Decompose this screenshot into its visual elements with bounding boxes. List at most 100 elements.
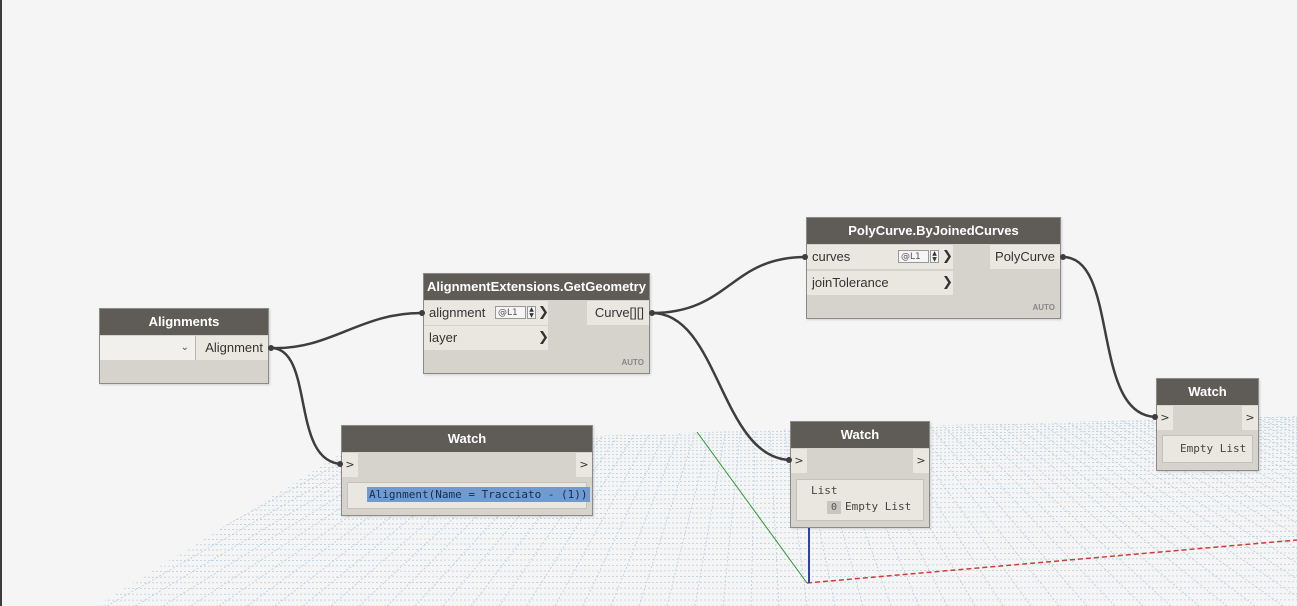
watch-value-panel[interactable]: Empty List bbox=[1162, 435, 1253, 463]
wire-alignments-to-getgeometry[interactable] bbox=[271, 311, 422, 350]
watch-value-text: Empty List bbox=[1180, 442, 1247, 455]
input-port-layer[interactable]: layer bbox=[424, 326, 548, 350]
input-connector-dot[interactable] bbox=[1152, 414, 1158, 420]
grid-line bbox=[96, 416, 1297, 425]
output-port-polycurve[interactable]: PolyCurve bbox=[990, 245, 1060, 269]
x-axis-line bbox=[806, 539, 1297, 584]
input-port-jointolerance[interactable]: joinTolerance bbox=[807, 271, 953, 295]
node-title: AlignmentExtensions.GetGeometry bbox=[424, 274, 649, 300]
node-title: Watch bbox=[342, 426, 592, 452]
watch-value-panel[interactable]: Alignment(Name = Tracciato - (1)) bbox=[347, 482, 590, 509]
watch-list-label: List bbox=[811, 484, 838, 497]
grid-line bbox=[96, 469, 1297, 478]
grid-line bbox=[96, 416, 367, 606]
input-port-label: alignment bbox=[429, 305, 486, 320]
grid-line bbox=[96, 416, 286, 606]
lacing-level-field[interactable]: @L1 bbox=[495, 306, 526, 319]
grid-line bbox=[96, 520, 1297, 526]
chevron-down-icon: ⌄ bbox=[180, 342, 189, 353]
grid-line bbox=[96, 587, 1297, 590]
input-connector-dot[interactable] bbox=[419, 310, 425, 316]
grid-line bbox=[96, 456, 1297, 467]
output-port-label: PolyCurve bbox=[995, 249, 1055, 264]
grid-line bbox=[96, 486, 1297, 494]
wire-polycurve-to-watch3[interactable] bbox=[1062, 255, 1158, 419]
grid-line bbox=[96, 536, 1297, 541]
polycurve-node[interactable]: PolyCurve.ByJoinedCurves curves @L1 ▲ ▼ … bbox=[806, 217, 1061, 319]
grid-line bbox=[96, 552, 1297, 557]
port-arrow-icon: ❯ bbox=[942, 249, 953, 264]
grid-line bbox=[96, 419, 1297, 433]
input-port-label: joinTolerance bbox=[812, 275, 889, 290]
spin-down-icon: ▼ bbox=[529, 312, 534, 319]
watch-node-curves[interactable]: Watch > > List 0 Empty List bbox=[790, 421, 930, 528]
input-connector-dot[interactable] bbox=[802, 254, 808, 260]
grid-line bbox=[96, 593, 1297, 595]
watch-list-item[interactable]: 0 Empty List bbox=[827, 500, 911, 514]
node-title: Watch bbox=[1157, 379, 1258, 405]
output-connector-dot[interactable] bbox=[1060, 254, 1066, 260]
port-arrow-icon: ❯ bbox=[538, 305, 549, 320]
grid-line bbox=[96, 464, 1297, 474]
output-port-label: Alignment bbox=[205, 340, 263, 355]
grid-line bbox=[96, 429, 1297, 442]
input-port-label: curves bbox=[812, 249, 851, 264]
grid-line bbox=[96, 453, 1297, 463]
watch-output-port[interactable]: > bbox=[913, 449, 929, 473]
output-port-label: Curve[][] bbox=[594, 305, 644, 320]
watch-input-port[interactable]: > bbox=[342, 453, 358, 477]
lacing-level-text: @L1 bbox=[901, 252, 921, 262]
grid-line bbox=[96, 525, 1297, 531]
getgeometry-node[interactable]: AlignmentExtensions.GetGeometry alignmen… bbox=[423, 273, 650, 374]
grid-line bbox=[96, 500, 1297, 508]
output-connector-dot[interactable] bbox=[268, 345, 274, 351]
lacing-auto-label: AUTO bbox=[621, 358, 644, 367]
lacing-auto-label: AUTO bbox=[1032, 303, 1055, 312]
output-port-curve[interactable]: Curve[][] bbox=[587, 301, 649, 325]
grid-line bbox=[96, 416, 1297, 426]
alignments-node[interactable]: Alignments ⌄ Alignment bbox=[99, 308, 269, 384]
grid-line bbox=[96, 426, 1297, 439]
wire-getgeometry-to-polycurve[interactable] bbox=[651, 255, 807, 315]
lacing-spinner[interactable]: ▲ ▼ bbox=[930, 250, 939, 263]
wire-alignments-to-watch1[interactable] bbox=[271, 346, 344, 466]
spin-down-icon: ▼ bbox=[932, 256, 937, 263]
grid-line bbox=[96, 416, 1297, 429]
node-title: Alignments bbox=[100, 309, 268, 335]
watch-node-polycurve[interactable]: Watch > > Empty List bbox=[1156, 378, 1259, 471]
grid-line bbox=[96, 481, 1297, 490]
grid-line bbox=[96, 515, 1297, 521]
grid-line bbox=[96, 416, 1297, 427]
watch-output-port[interactable]: > bbox=[576, 453, 592, 477]
grid-line bbox=[96, 491, 1297, 499]
alignment-dropdown[interactable]: ⌄ bbox=[100, 336, 196, 360]
grid-line bbox=[96, 505, 1297, 512]
input-connector-dot[interactable] bbox=[337, 461, 343, 467]
input-connector-dot[interactable] bbox=[786, 457, 792, 463]
watch-value-text: Empty List bbox=[845, 500, 912, 513]
grid-line bbox=[96, 495, 1297, 503]
port-arrow-icon: ❯ bbox=[942, 275, 953, 290]
grid-line bbox=[96, 423, 1297, 437]
watch-node-alignment[interactable]: Watch > > Alignment(Name = Tracciato - (… bbox=[341, 425, 593, 516]
watch-output-port[interactable]: > bbox=[1242, 406, 1258, 430]
grid-line bbox=[768, 416, 780, 606]
grid-line bbox=[96, 416, 272, 606]
lacing-level-field[interactable]: @L1 bbox=[898, 250, 929, 263]
input-port-label: layer bbox=[429, 330, 458, 345]
list-index-badge: 0 bbox=[827, 501, 842, 514]
lacing-level-text: @L1 bbox=[498, 308, 518, 318]
lacing-spinner[interactable]: ▲ ▼ bbox=[527, 306, 536, 319]
output-connector-dot[interactable] bbox=[649, 310, 655, 316]
watch-input-port[interactable]: > bbox=[1157, 406, 1173, 430]
watch-input-port[interactable]: > bbox=[791, 449, 807, 473]
grid-line bbox=[96, 416, 1297, 425]
node-title: Watch bbox=[791, 422, 929, 448]
watch-value-panel[interactable]: List 0 Empty List bbox=[796, 479, 924, 521]
port-arrow-icon: ❯ bbox=[538, 330, 549, 345]
grid-line bbox=[96, 558, 1297, 562]
grid-line bbox=[96, 421, 1297, 435]
output-port-alignment[interactable]: Alignment bbox=[196, 336, 268, 360]
watch-value-text[interactable]: Alignment(Name = Tracciato - (1)) bbox=[367, 487, 590, 502]
grid-line bbox=[96, 432, 1297, 445]
